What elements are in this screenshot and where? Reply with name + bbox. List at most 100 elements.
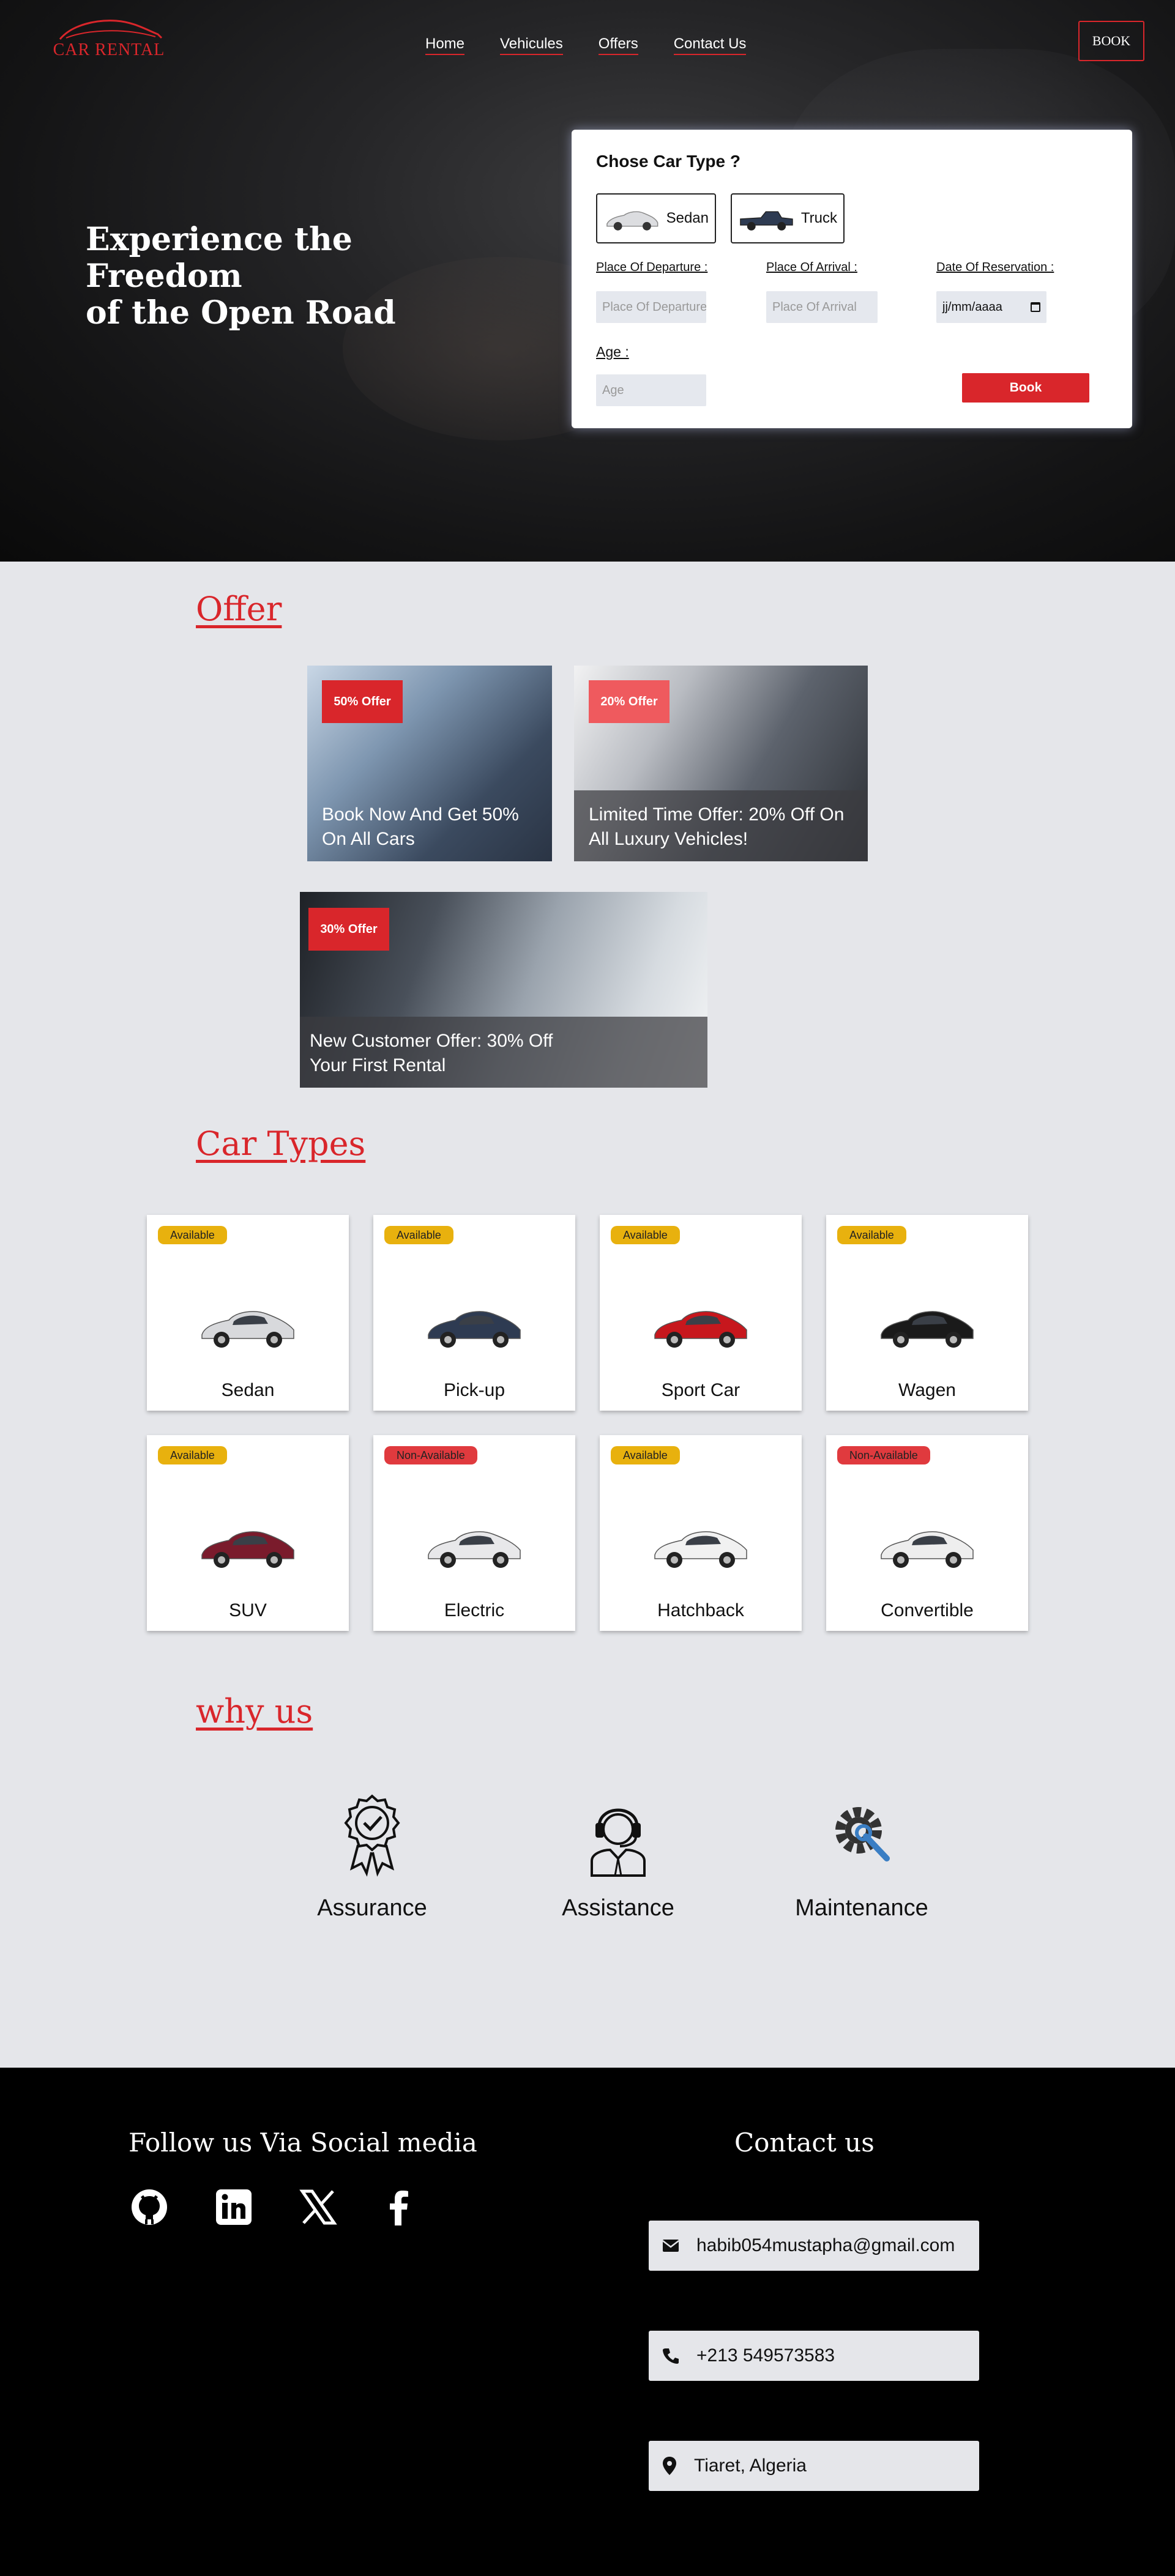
hero-title-line: of the Open Road: [86, 294, 396, 332]
why-label: Assurance: [317, 1895, 427, 1921]
email-contact[interactable]: habib054mustapha@gmail.com: [649, 2221, 979, 2271]
car-type-card[interactable]: Available SUV: [147, 1435, 349, 1631]
calendar-icon[interactable]: [1031, 302, 1040, 312]
availability-badge: Available: [611, 1446, 680, 1464]
date-input[interactable]: jj/mm/aaaa: [936, 291, 1046, 323]
why-assistance: Assistance: [526, 1792, 710, 1921]
nav-vehicules[interactable]: Vehicules: [500, 35, 563, 55]
offer-card[interactable]: 30% Offer New Customer Offer: 30% Off Yo…: [300, 892, 707, 1088]
availability-badge: Available: [384, 1226, 453, 1244]
car-type-name: SUV: [229, 1600, 267, 1620]
sedan-icon: [606, 211, 658, 231]
gear-wrench-icon: [835, 1807, 890, 1861]
car-logo-icon: [59, 20, 163, 40]
car-type-label: Sedan: [666, 210, 709, 226]
car-image: [881, 1531, 974, 1568]
availability-badge: Non-Available: [837, 1446, 930, 1464]
offer-text: Book Now And Get 50% On All Cars: [322, 804, 519, 849]
car-type-card[interactable]: Available Sport Car: [600, 1215, 802, 1411]
car-type-name: Convertible: [881, 1600, 974, 1620]
phone-icon: [663, 2348, 679, 2364]
main-nav: Home Vehicules Offers Contact Us: [425, 35, 747, 55]
availability-badge: Available: [158, 1446, 227, 1464]
x-icon[interactable]: [299, 2188, 338, 2227]
book-button[interactable]: Book: [962, 373, 1089, 403]
why-assurance: Assurance: [280, 1792, 464, 1921]
facebook-icon[interactable]: [379, 2188, 419, 2227]
car-type-name: Pick-up: [443, 1380, 505, 1400]
offer-card[interactable]: 20% Offer Limited Time Offer: 20% Off On…: [574, 666, 868, 861]
github-icon[interactable]: [130, 2188, 169, 2227]
nav-home[interactable]: Home: [425, 35, 465, 55]
hero-title-line: Experience the: [86, 221, 352, 258]
offer-badge: 30% Offer: [308, 908, 389, 951]
car-type-card[interactable]: Available Wagen: [826, 1215, 1028, 1411]
logo-text: CAR RENTAL: [53, 40, 165, 59]
nav-contact-us[interactable]: Contact Us: [673, 35, 747, 55]
logo[interactable]: CAR RENTAL: [48, 16, 170, 62]
why-us-section-title: why us: [196, 1692, 313, 1731]
car-image: [201, 1311, 294, 1348]
form-title: Chose Car Type ?: [596, 152, 740, 171]
car-image: [654, 1531, 747, 1568]
date-value: jj/mm/aaaa: [942, 300, 1002, 314]
offer-badge: 20% Offer: [589, 680, 670, 723]
booking-form: Chose Car Type ? Sedan Truck Place Of De…: [572, 130, 1132, 428]
why-label: Assistance: [562, 1895, 674, 1921]
car-type-card[interactable]: Non-Available Convertible: [826, 1435, 1028, 1631]
car-type-name: Electric: [444, 1600, 505, 1620]
car-image: [428, 1311, 521, 1348]
availability-badge: Non-Available: [384, 1446, 477, 1464]
car-type-card[interactable]: Available Pick-up: [373, 1215, 575, 1411]
award-badge-icon: [344, 1794, 400, 1877]
arrival-input[interactable]: Place Of Arrival: [766, 291, 878, 323]
truck-icon: [740, 211, 793, 231]
car-type-name: Wagen: [898, 1380, 956, 1400]
car-type-name: Sport Car: [661, 1380, 740, 1400]
car-type-card[interactable]: Non-Available Electric: [373, 1435, 575, 1631]
nav-offers[interactable]: Offers: [598, 35, 638, 55]
car-image: [201, 1531, 294, 1568]
hero-title: Experience the Freedom of the Open Road: [86, 221, 428, 332]
email-text: habib054mustapha@gmail.com: [696, 2235, 955, 2255]
offer-text: Limited Time Offer: 20% Off On All Luxur…: [589, 804, 845, 849]
car-type-sedan-button[interactable]: Sedan: [596, 193, 716, 243]
availability-badge: Available: [837, 1226, 906, 1244]
car-type-card[interactable]: Available Hatchback: [600, 1435, 802, 1631]
car-type-label: Truck: [800, 210, 837, 226]
offer-text: New Customer Offer: 30% Off Your First R…: [310, 1031, 553, 1075]
location-pin-icon: [663, 2457, 676, 2475]
why-label: Maintenance: [795, 1895, 928, 1921]
car-type-truck-button[interactable]: Truck: [731, 193, 845, 243]
phone-text: +213 549573583: [696, 2345, 835, 2366]
car-image: [654, 1311, 747, 1348]
car-type-name: Sedan: [221, 1380, 275, 1400]
age-input[interactable]: Age: [596, 374, 706, 406]
car-types-section-title: Car Types: [196, 1124, 366, 1163]
linkedin-icon[interactable]: [214, 2188, 253, 2227]
availability-badge: Available: [158, 1226, 227, 1244]
hero-title-line: Freedom: [86, 258, 242, 295]
support-agent-icon: [591, 1808, 646, 1877]
car-image: [881, 1311, 974, 1348]
departure-label: Place Of Departure :: [596, 261, 708, 274]
availability-badge: Available: [611, 1226, 680, 1244]
contact-title: Contact us: [734, 2128, 875, 2158]
car-image: [428, 1531, 521, 1568]
phone-contact[interactable]: +213 549573583: [649, 2331, 979, 2381]
offer-badge: 50% Offer: [322, 680, 403, 723]
car-type-name: Hatchback: [657, 1600, 744, 1620]
location-text: Tiaret, Algeria: [694, 2455, 807, 2476]
why-maintenance: Maintenance: [770, 1792, 953, 1921]
date-label: Date Of Reservation :: [936, 261, 1054, 274]
age-label: Age :: [596, 344, 629, 360]
car-type-card[interactable]: Available Sedan: [147, 1215, 349, 1411]
location-contact[interactable]: Tiaret, Algeria: [649, 2441, 979, 2491]
book-header-button[interactable]: BOOK: [1078, 21, 1144, 61]
offer-card[interactable]: 50% Offer Book Now And Get 50% On All Ca…: [307, 666, 552, 861]
envelope-icon: [662, 2240, 679, 2252]
offer-section-title: Offer: [196, 590, 282, 628]
arrival-label: Place Of Arrival :: [766, 261, 857, 274]
departure-input[interactable]: Place Of Departure: [596, 291, 706, 323]
social-title: Follow us Via Social media: [129, 2128, 477, 2158]
